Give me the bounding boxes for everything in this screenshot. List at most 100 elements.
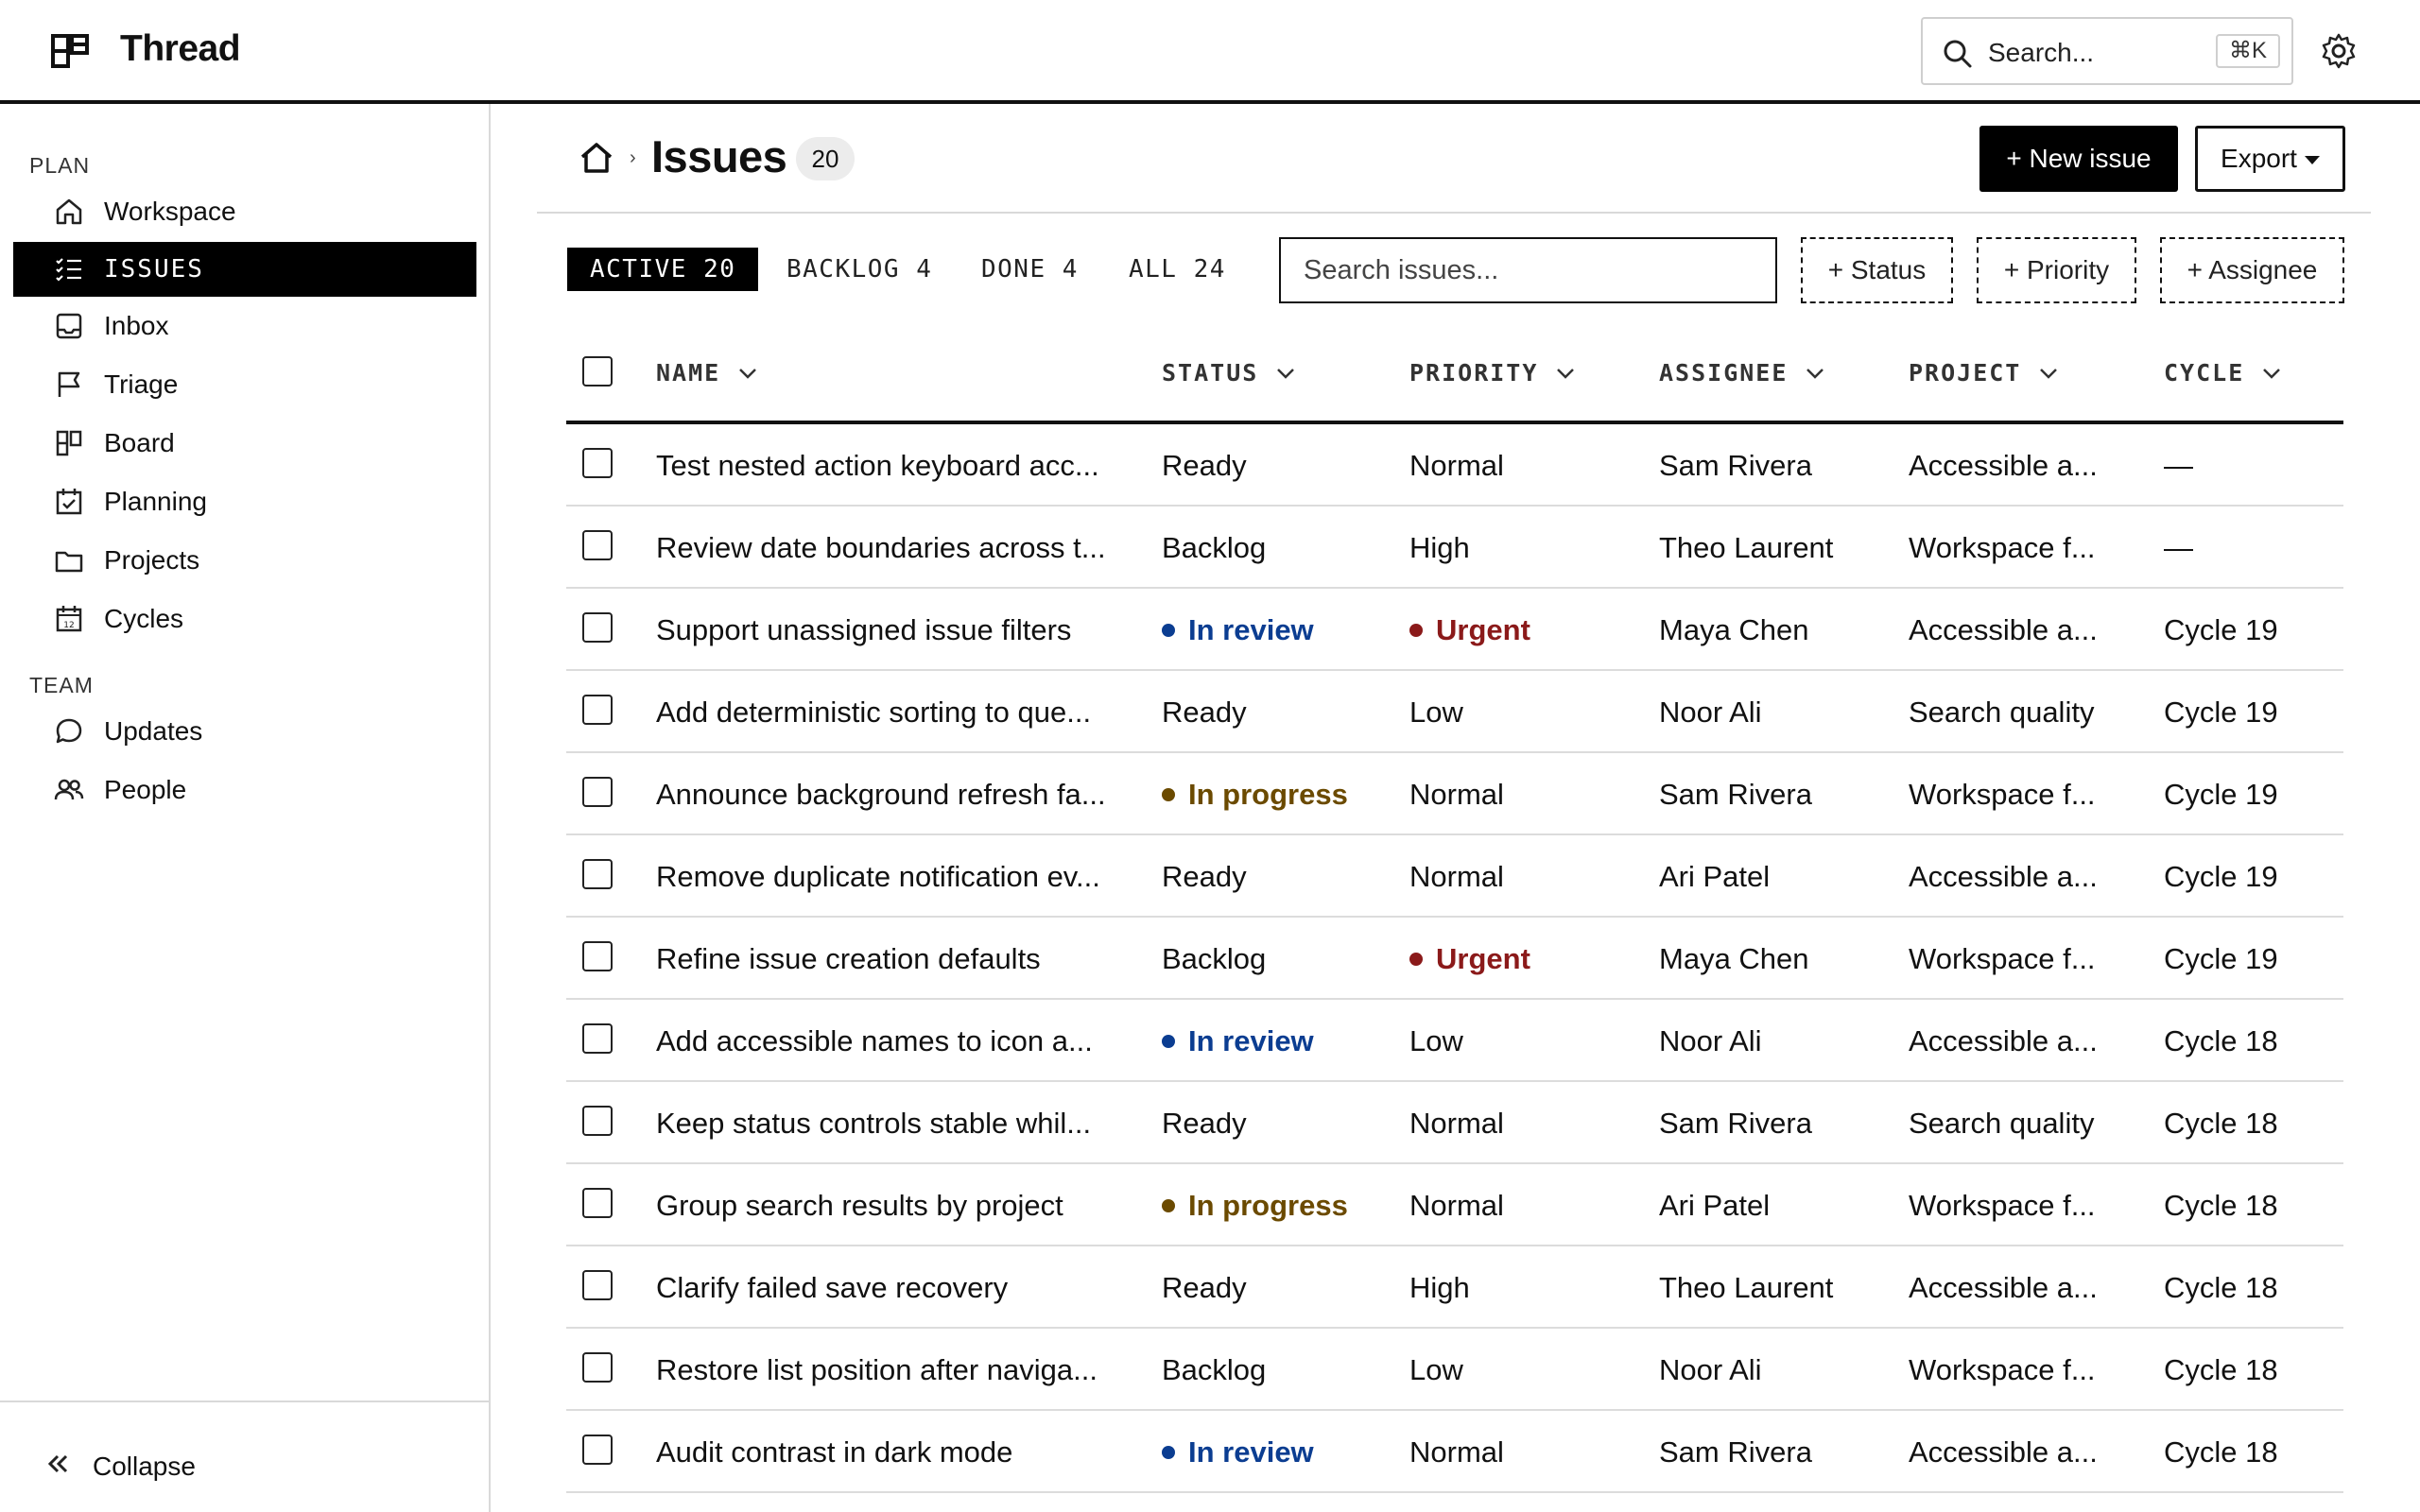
issue-name[interactable]: Refine issue creation defaults	[656, 918, 1129, 1000]
column-header-status[interactable]: STATUS	[1162, 359, 1296, 387]
new-issue-button[interactable]: + New issue	[1979, 126, 2178, 192]
table-row[interactable]: Announce background refresh fa... In prog…	[566, 753, 2343, 835]
priority-filter-chip[interactable]: + Priority	[1977, 237, 2136, 303]
row-checkbox[interactable]	[582, 448, 613, 478]
status-label: In progress	[1188, 778, 1348, 811]
sidebar-item-inbox[interactable]: Inbox	[13, 299, 476, 353]
sidebar-section-team: TEAM	[29, 673, 94, 697]
assignee-cell: Noor Ali	[1659, 1024, 1762, 1057]
status-dot-icon	[1162, 787, 1175, 801]
issue-name[interactable]: Remove duplicate notification ev...	[656, 835, 1129, 918]
issue-name[interactable]: Clarify failed save recovery	[656, 1246, 1129, 1329]
sidebar-item-label: ISSUES	[104, 255, 204, 284]
sidebar-item-planning[interactable]: Planning	[13, 474, 476, 529]
tab-active[interactable]: ACTIVE 20	[567, 248, 759, 291]
issue-name[interactable]: Audit contrast in dark mode	[656, 1411, 1129, 1493]
status-label: Backlog	[1162, 1353, 1267, 1386]
cycle-cell: Cycle 19	[2164, 613, 2278, 646]
status-dot-icon	[1162, 1034, 1175, 1048]
issue-name[interactable]: Group search results by project	[656, 1164, 1129, 1246]
table-row[interactable]: Keep status controls stable whil... Ready…	[566, 1082, 2343, 1164]
status-label: In review	[1188, 1435, 1314, 1469]
row-checkbox[interactable]	[582, 530, 613, 560]
project-cell: Accessible a...	[1909, 860, 2098, 893]
status-filter-chip[interactable]: + Status	[1801, 237, 1953, 303]
cycle-cell: Cycle 19	[2164, 696, 2278, 729]
issue-name[interactable]: Add accessible names to icon a...	[656, 1000, 1129, 1082]
row-checkbox[interactable]	[582, 1023, 613, 1054]
sidebar-item-workspace[interactable]: Workspace	[13, 184, 476, 239]
sidebar-collapse-button[interactable]: Collapse	[0, 1400, 489, 1512]
sidebar-item-board[interactable]: Board	[13, 416, 476, 471]
row-checkbox[interactable]	[582, 1106, 613, 1136]
row-checkbox[interactable]	[582, 1188, 613, 1218]
priority-label: Normal	[1409, 1435, 1504, 1469]
assignee-cell: Theo Laurent	[1659, 531, 1834, 564]
issue-name[interactable]: Add deterministic sorting to que...	[656, 671, 1129, 753]
priority-cell: Low	[1409, 671, 1617, 753]
status-dot-icon	[1162, 623, 1175, 637]
sidebar: PLAN Workspace ISSUES Inbox Triage Board…	[0, 104, 491, 1512]
column-header-assignee[interactable]: ASSIGNEE	[1659, 359, 1825, 387]
issue-name[interactable]: Restore list position after naviga...	[656, 1329, 1129, 1411]
sidebar-item-updates[interactable]: Updates	[13, 704, 476, 759]
row-checkbox[interactable]	[582, 1352, 613, 1383]
row-checkbox[interactable]	[582, 612, 613, 643]
table-row[interactable]: Audit contrast in dark mode In review Norm…	[566, 1411, 2343, 1493]
issues-search-input[interactable]: Search issues...	[1279, 237, 1777, 303]
table-row[interactable]: Clarify failed save recovery Ready High The…	[566, 1246, 2343, 1329]
row-checkbox[interactable]	[582, 695, 613, 725]
priority-cell: Urgent	[1409, 589, 1617, 671]
column-header-cycle[interactable]: CYCLE	[2164, 359, 2282, 387]
table-row[interactable]: Test nested action keyboard acc... Ready N…	[566, 424, 2343, 507]
table-row[interactable]: Refine issue creation defaults Backlog Urg…	[566, 918, 2343, 1000]
column-header-name[interactable]: NAME	[656, 359, 758, 387]
table-row[interactable]: Restore list position after naviga... Bac…	[566, 1329, 2343, 1411]
table-row[interactable]: Review date boundaries across t... Backlo…	[566, 507, 2343, 589]
priority-cell: High	[1409, 1246, 1617, 1329]
status-label: Ready	[1162, 696, 1247, 729]
cycle-cell: Cycle 18	[2164, 1107, 2278, 1140]
sidebar-item-triage[interactable]: Triage	[13, 357, 476, 412]
sidebar-item-label: People	[104, 775, 187, 804]
issue-name[interactable]: Keep status controls stable whil...	[656, 1082, 1129, 1164]
sidebar-item-people[interactable]: People	[13, 763, 476, 817]
table-row[interactable]: Support unassigned issue filters In revie…	[566, 589, 2343, 671]
priority-cell: Normal	[1409, 424, 1617, 507]
priority-dot-icon	[1409, 952, 1423, 966]
table-row[interactable]: Group search results by project In progre…	[566, 1164, 2343, 1246]
tab-backlog[interactable]: BACKLOG 4	[786, 248, 932, 291]
sidebar-item-cycles[interactable]: 12 Cycles	[13, 592, 476, 646]
row-checkbox[interactable]	[582, 941, 613, 971]
table-row[interactable]: Add accessible names to icon a... In revi…	[566, 1000, 2343, 1082]
tab-all[interactable]: ALL 24	[1129, 248, 1226, 291]
status-label: In progress	[1188, 1189, 1348, 1222]
sidebar-item-issues[interactable]: ISSUES	[13, 242, 476, 297]
assignee-filter-chip[interactable]: + Assignee	[2160, 237, 2344, 303]
priority-cell: Normal	[1409, 835, 1617, 918]
issue-name[interactable]: Announce background refresh fa...	[656, 753, 1129, 835]
folder-icon	[55, 551, 83, 573]
row-checkbox[interactable]	[582, 1435, 613, 1465]
gear-icon[interactable]	[2320, 32, 2358, 70]
row-checkbox[interactable]	[582, 777, 613, 807]
tab-done[interactable]: DONE 4	[981, 248, 1079, 291]
row-checkbox[interactable]	[582, 859, 613, 889]
column-header-project[interactable]: PROJECT	[1909, 359, 2059, 387]
status-cell: Backlog	[1162, 918, 1389, 1000]
chevron-down-icon	[1557, 368, 1575, 379]
export-button[interactable]: Export	[2195, 126, 2345, 192]
row-checkbox[interactable]	[582, 1270, 613, 1300]
home-breadcrumb-icon[interactable]	[579, 140, 614, 176]
table-row[interactable]: Remove duplicate notification ev... Ready…	[566, 835, 2343, 918]
select-all-checkbox[interactable]	[582, 356, 613, 387]
project-cell: Search quality	[1909, 1107, 2095, 1140]
issue-name[interactable]: Review date boundaries across t...	[656, 507, 1129, 589]
project-cell: Workspace f...	[1909, 942, 2096, 975]
table-row[interactable]: Add deterministic sorting to que... Ready…	[566, 671, 2343, 753]
sidebar-item-projects[interactable]: Projects	[13, 533, 476, 588]
issue-name[interactable]: Support unassigned issue filters	[656, 589, 1129, 671]
global-search[interactable]: Search... ⌘K	[1921, 17, 2293, 85]
column-header-priority[interactable]: PRIORITY	[1409, 359, 1576, 387]
issue-name[interactable]: Test nested action keyboard acc...	[656, 424, 1129, 507]
